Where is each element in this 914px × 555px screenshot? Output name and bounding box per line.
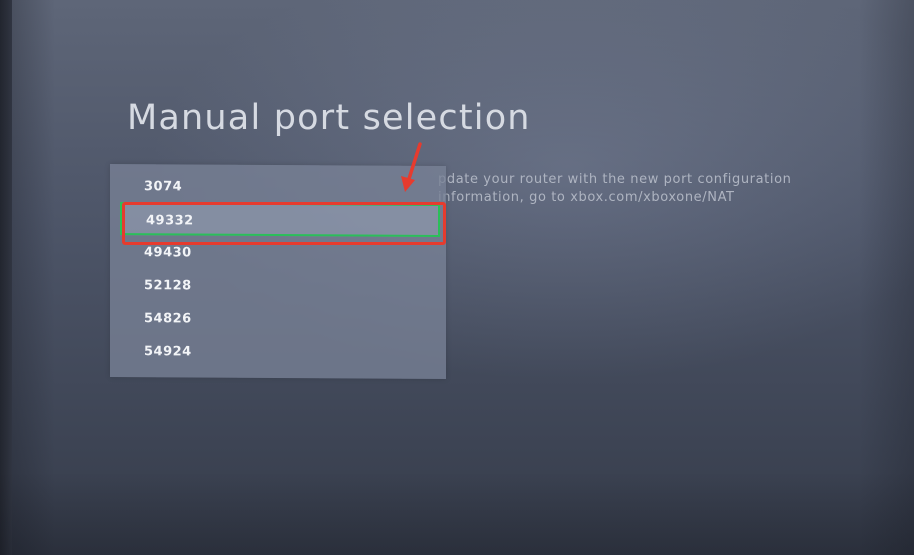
- port-dropdown-list[interactable]: 3074 49332 49430 52128 54826 54924: [110, 163, 446, 380]
- description-text: pdate your router with the new port conf…: [438, 171, 878, 207]
- port-option[interactable]: 52128: [120, 269, 440, 304]
- port-option-selected[interactable]: 49332: [120, 202, 440, 237]
- port-option[interactable]: 49430: [120, 236, 440, 271]
- description-line-2: information, go to xbox.com/xboxone/NAT: [438, 190, 735, 205]
- screen-bezel: [0, 0, 12, 555]
- port-option[interactable]: 54924: [120, 335, 440, 370]
- port-option[interactable]: 54826: [120, 302, 440, 337]
- red-arrow-icon: [401, 142, 422, 192]
- port-option[interactable]: 3074: [120, 170, 440, 205]
- description-line-1: pdate your router with the new port conf…: [438, 172, 792, 187]
- page-title: Manual port selection: [127, 98, 531, 138]
